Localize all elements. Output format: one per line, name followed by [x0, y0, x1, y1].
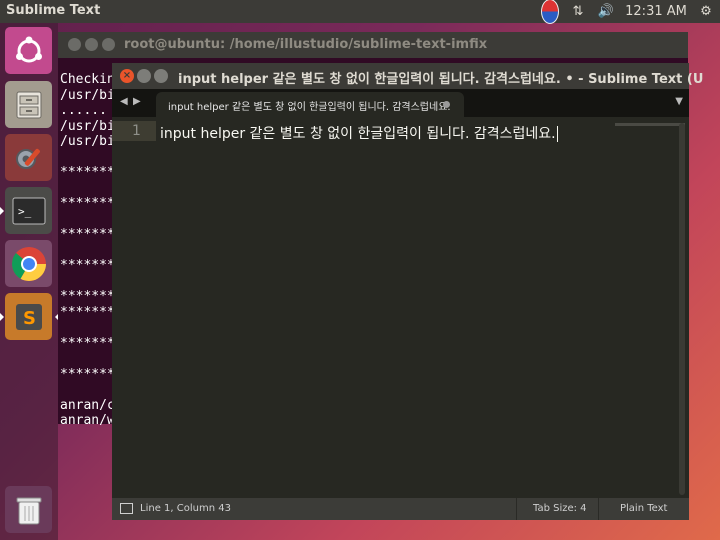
- status-divider: [516, 498, 517, 520]
- editor-area[interactable]: 1 input helper 같은 별도 창 없이 한글입력이 됩니다. 감격스…: [112, 117, 689, 498]
- terminal-line: *******: [60, 165, 115, 180]
- tab-label: input helper 같은 별도 창 없이 한글입력이 됩니다. 감격스럽네…: [168, 102, 451, 113]
- terminal-line: /usr/bi: [60, 134, 115, 149]
- close-button[interactable]: ×: [120, 69, 134, 83]
- terminal-icon: >_: [12, 197, 45, 224]
- settings-gear-icon[interactable]: ⚙: [692, 0, 720, 23]
- syntax-selector[interactable]: Plain Text: [620, 503, 667, 514]
- status-bar: Line 1, Column 43 Tab Size: 4 Plain Text: [112, 498, 689, 520]
- active-app-title: Sublime Text: [6, 3, 101, 18]
- window-title: input helper 같은 별도 창 없이 한글입력이 됩니다. 감격스럽네…: [178, 72, 704, 87]
- maximize-button[interactable]: [154, 69, 168, 83]
- chrome-button[interactable]: [5, 240, 52, 287]
- terminal-close-button[interactable]: [68, 38, 81, 51]
- tab-next-icon[interactable]: ▶: [133, 96, 141, 107]
- terminal-minimize-button[interactable]: [85, 38, 98, 51]
- trash-icon: [16, 497, 41, 524]
- terminal-line: *******: [60, 227, 115, 242]
- chrome-icon: [11, 246, 46, 281]
- cursor-position: Line 1, Column 43: [140, 503, 231, 514]
- tab-strip: ◀ ▶ input helper 같은 별도 창 없이 한글입력이 됩니다. 감…: [112, 89, 689, 117]
- sublime-window[interactable]: × input helper 같은 별도 창 없이 한글입력이 됩니다. 감격스…: [112, 63, 703, 520]
- launcher: >_ S: [0, 23, 59, 540]
- code-line[interactable]: input helper 같은 별도 창 없이 한글입력이 됩니다. 감격스럽네…: [160, 123, 558, 143]
- sublime-text-icon: S: [15, 303, 42, 330]
- settings-wrench-icon: [15, 148, 40, 169]
- terminal-line: /usr/bi: [60, 118, 115, 134]
- terminal-line: *******: [60, 366, 115, 382]
- minimize-button[interactable]: [137, 69, 151, 83]
- terminal-line: *******: [60, 335, 115, 351]
- text-caret: [556, 126, 558, 142]
- ubuntu-dash-button[interactable]: [5, 27, 52, 74]
- svg-text:S: S: [23, 308, 36, 329]
- tab-prev-icon[interactable]: ◀: [120, 96, 128, 107]
- terminal-line: /usr/bi: [60, 87, 115, 103]
- clock[interactable]: 12:31 AM: [620, 0, 692, 23]
- unsaved-dot-icon[interactable]: [443, 101, 450, 108]
- terminal-line: *******: [60, 289, 115, 304]
- code-text: input helper 같은 별도 창 없이 한글입력이 됩니다. 감격스럽네…: [160, 126, 556, 142]
- panel-toggle-icon[interactable]: [120, 503, 133, 514]
- keyboard-input-icon[interactable]: [536, 0, 564, 24]
- sublime-titlebar[interactable]: × input helper 같은 별도 창 없이 한글입력이 됩니다. 감격스…: [112, 63, 703, 89]
- ubuntu-logo-icon: [15, 36, 42, 62]
- tab-menu-icon[interactable]: ▼: [675, 96, 683, 107]
- status-divider: [598, 498, 599, 520]
- minimap[interactable]: [615, 123, 685, 126]
- terminal-titlebar[interactable]: root@ubuntu: /home/illustudio/sublime-te…: [58, 32, 688, 58]
- trash-button[interactable]: [5, 486, 52, 533]
- terminal-line: anran/c: [60, 397, 115, 413]
- file-cabinet-icon: [16, 91, 41, 118]
- network-icon[interactable]: ⇅: [564, 0, 592, 23]
- terminal-line: *******: [60, 258, 115, 273]
- top-panel: Sublime Text ⇅ 🔊 12:31 AM ⚙: [0, 0, 720, 24]
- volume-icon[interactable]: 🔊: [592, 0, 620, 23]
- system-settings-button[interactable]: [5, 134, 52, 181]
- terminal-output: Checkin/usr/bi....../usr/bi/usr/bi ******…: [60, 72, 115, 429]
- terminal-line: *******: [60, 196, 115, 211]
- terminal-title: root@ubuntu: /home/illustudio/sublime-te…: [124, 37, 488, 52]
- terminal-line: ......: [60, 103, 107, 118]
- vertical-scrollbar[interactable]: [679, 123, 685, 495]
- line-number: 1: [132, 123, 141, 139]
- files-button[interactable]: [5, 81, 52, 128]
- svg-text:>_: >_: [18, 205, 32, 218]
- terminal-line: anran/w: [60, 413, 115, 428]
- system-tray: ⇅ 🔊 12:31 AM ⚙: [536, 0, 720, 24]
- terminal-maximize-button[interactable]: [102, 38, 115, 51]
- terminal-button[interactable]: >_: [0, 187, 52, 234]
- terminal-line: *******: [60, 304, 115, 320]
- sublime-text-button[interactable]: S: [0, 293, 59, 340]
- terminal-line: Checkin: [60, 72, 115, 87]
- tab-size-selector[interactable]: Tab Size: 4: [533, 503, 587, 514]
- tab-active[interactable]: input helper 같은 별도 창 없이 한글입력이 됩니다. 감격스럽네…: [156, 92, 464, 117]
